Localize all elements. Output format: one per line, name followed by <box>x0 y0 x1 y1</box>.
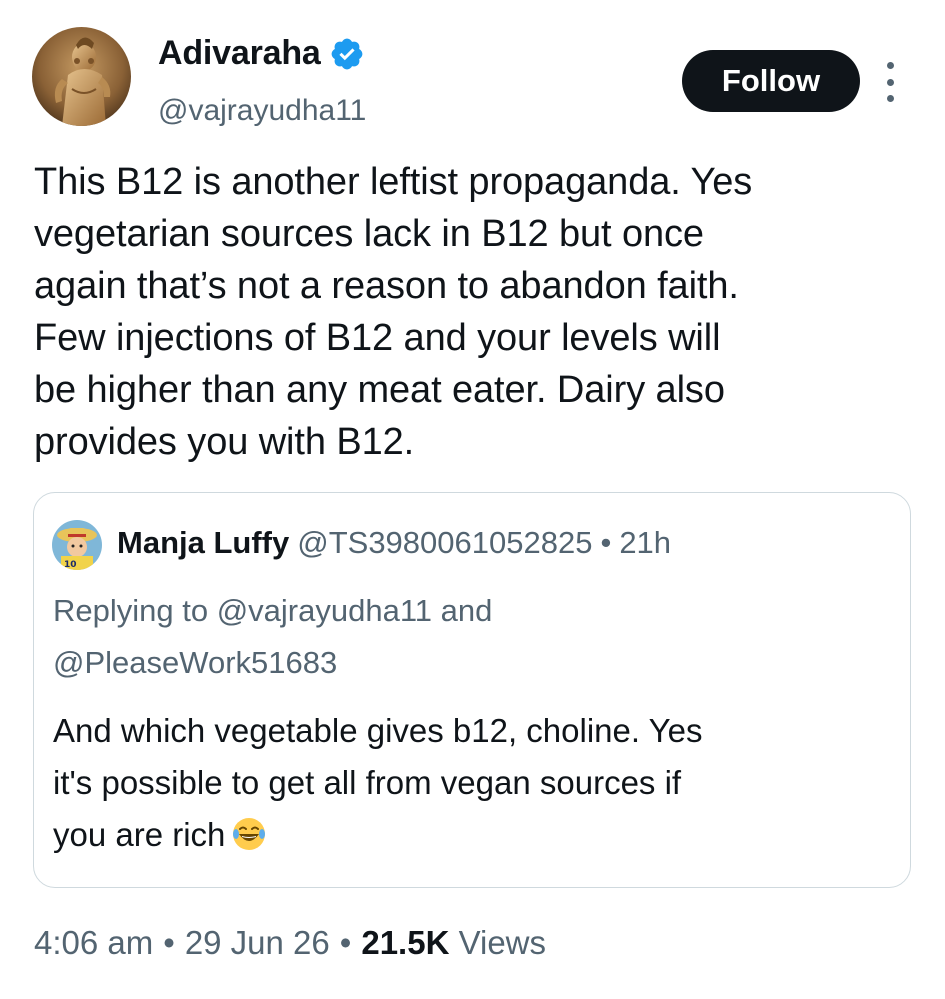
verified-badge-icon <box>331 38 362 69</box>
author-avatar[interactable] <box>32 27 131 126</box>
tweet-text-line: vegetarian sources lack in B12 but once <box>34 213 704 255</box>
tweet-text-line: be higher than any meat eater. Dairy als… <box>34 369 725 411</box>
quoted-tweet-text: And which vegetable gives b12, choline. … <box>53 705 702 861</box>
footer-separator: • <box>339 924 352 961</box>
tweet-footer: 4:06 am • 29 Jun 26 • 21.5K Views <box>34 924 546 962</box>
tweet-text: This B12 is another leftist propaganda. … <box>34 156 924 468</box>
author-handle[interactable]: @vajrayudha11 <box>158 94 366 128</box>
more-dot <box>886 78 894 86</box>
views-label: Views <box>458 924 547 961</box>
tweet-text-line: This B12 is another leftist propaganda. … <box>34 161 753 203</box>
tweet-text-line: again that’s not a reason to abandon fai… <box>34 265 739 307</box>
tweet-text-line: Few injections of B12 and your levels wi… <box>34 317 721 359</box>
quoted-tweet-time[interactable]: 21h <box>619 525 671 561</box>
quoted-tweet-card[interactable]: 10 Manja Luffy @TS3980061052825 • 21h Re… <box>33 492 911 888</box>
quoted-author-name[interactable]: Manja Luffy <box>117 525 289 561</box>
follow-button[interactable]: Follow <box>682 50 860 112</box>
quoted-tweet-meta: Manja Luffy @TS3980061052825 • 21h <box>117 525 671 561</box>
quoted-author-handle[interactable]: @TS3980061052825 <box>297 525 592 561</box>
quoted-text-line: And which vegetable gives b12, choline. … <box>53 712 703 749</box>
footer-separator: • <box>163 924 175 961</box>
meta-separator: • <box>600 525 612 560</box>
more-dot <box>886 95 894 102</box>
luffy-avatar-icon: 10 <box>52 520 102 570</box>
quoted-text-line-last: you are rich <box>53 809 702 861</box>
author-display-name[interactable]: Adivaraha <box>158 34 365 73</box>
author-name-text: Adivaraha <box>158 34 321 72</box>
quoted-author-avatar[interactable]: 10 <box>52 520 102 570</box>
tweet-date[interactable]: 29 Jun 26 <box>185 924 330 962</box>
tweet-time[interactable]: 4:06 am <box>34 924 153 962</box>
quoted-text-line: you are rich <box>53 816 226 853</box>
views-count: 21.5K <box>361 924 450 961</box>
tweet-text-line: provides you with B12. <box>34 421 415 463</box>
more-vertical-icon[interactable] <box>880 62 900 102</box>
more-dot <box>886 62 894 69</box>
replying-to: Replying to @vajrayudha11 and @PleaseWor… <box>53 585 492 689</box>
svg-text:10: 10 <box>64 560 77 570</box>
replying-to-line: @PleaseWork51683 <box>53 645 338 680</box>
views-stat[interactable]: 21.5K Views <box>361 924 546 962</box>
tweet-container: Adivaraha @vajrayudha11 Follow This B12 … <box>0 0 945 999</box>
laughing-tears-emoji-icon <box>233 818 266 850</box>
quoted-text-line: it's possible to get all from vegan sour… <box>53 764 682 801</box>
replying-to-line: Replying to @vajrayudha11 and <box>53 593 493 628</box>
statue-avatar-icon <box>32 27 131 126</box>
